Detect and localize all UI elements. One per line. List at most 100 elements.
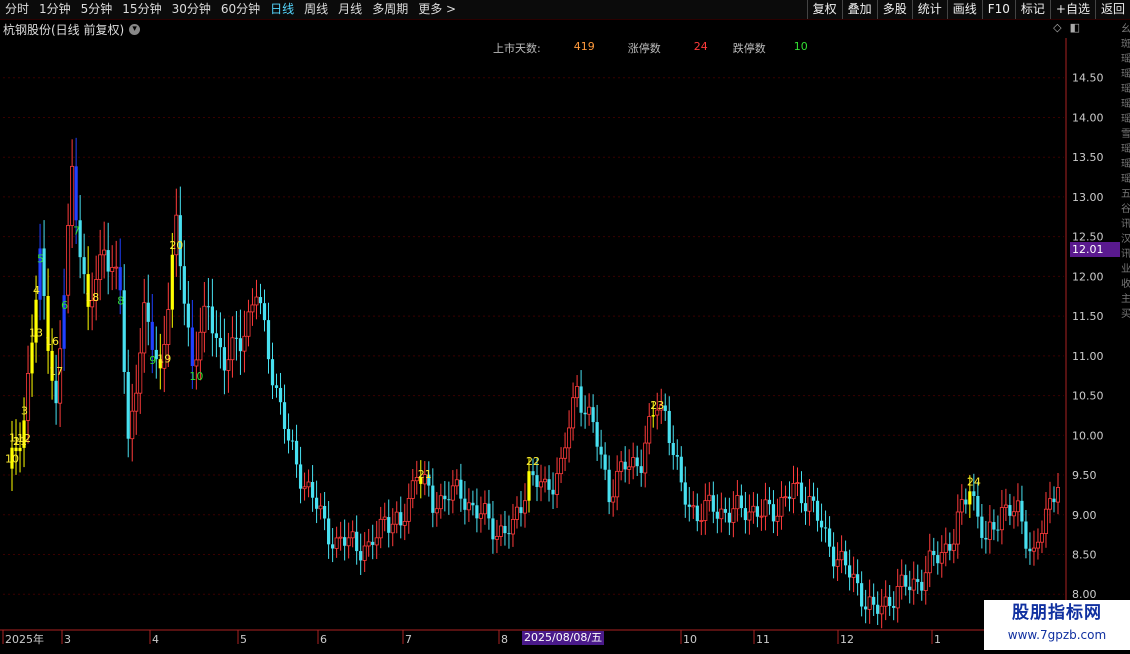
tab-8[interactable]: 月线 xyxy=(333,0,367,19)
candle-body xyxy=(118,267,122,291)
candle-body xyxy=(114,266,119,269)
toolbar-button-7[interactable]: +自选 xyxy=(1049,0,1095,19)
toolbar-button-2[interactable]: 多股 xyxy=(876,0,912,19)
tab-4[interactable]: 30分钟 xyxy=(167,0,216,19)
diamond-icon[interactable]: ◇ xyxy=(1053,22,1061,34)
candle-body xyxy=(559,457,564,475)
layout-toggle-icon[interactable]: ◧ xyxy=(1070,22,1080,34)
candle-body xyxy=(270,359,275,386)
candle-body xyxy=(987,521,992,540)
candle-body xyxy=(1020,500,1024,522)
candle-body xyxy=(226,359,231,371)
candle-body xyxy=(190,327,194,366)
candle-body xyxy=(406,498,411,522)
tab-2[interactable]: 5分钟 xyxy=(76,0,118,19)
x-tick-label: 7 xyxy=(405,633,412,646)
candle-body xyxy=(66,225,71,296)
candle-body xyxy=(482,503,487,515)
candle-body xyxy=(972,491,976,496)
candle-body xyxy=(194,359,199,367)
candle-body xyxy=(539,481,544,488)
candle-body xyxy=(282,402,287,429)
candle-body xyxy=(819,520,824,528)
candle-body xyxy=(102,249,107,256)
candle-body xyxy=(498,525,503,537)
candle-body xyxy=(876,604,880,614)
candle-body xyxy=(683,482,687,505)
candle-body xyxy=(1008,505,1012,516)
candle-body xyxy=(54,380,58,404)
candle-body xyxy=(399,512,403,526)
candle-body xyxy=(864,606,868,610)
candle-body xyxy=(522,500,527,514)
candle-body xyxy=(579,386,583,413)
candle-body xyxy=(615,470,620,498)
toolbar-button-4[interactable]: 画线 xyxy=(946,0,982,19)
y-tick-label: 11.00 xyxy=(1072,350,1104,363)
candle-body xyxy=(916,579,920,582)
tab-6[interactable]: 日线 xyxy=(265,0,299,19)
candle-body xyxy=(98,254,103,280)
tab-5[interactable]: 60分钟 xyxy=(216,0,265,19)
candle-body xyxy=(779,496,784,517)
candle-body xyxy=(687,504,691,507)
tab-10[interactable]: 更多 > xyxy=(413,0,461,19)
toolbar-button-0[interactable]: 复权 xyxy=(806,0,842,19)
candle-body xyxy=(443,495,447,500)
signal-label: 5 xyxy=(37,252,44,265)
watermark-logo: 股朋指标网 www.7gpzb.com xyxy=(984,600,1130,650)
candle-body xyxy=(571,397,576,429)
candle-body xyxy=(695,505,699,522)
candle-body xyxy=(783,496,788,499)
candle-body xyxy=(755,506,760,517)
tab-9[interactable]: 多周期 xyxy=(367,0,413,19)
candle-body xyxy=(751,505,756,513)
candle-body xyxy=(575,386,580,399)
candle-body xyxy=(547,479,551,490)
candle-body xyxy=(258,297,263,304)
candle-body xyxy=(948,544,952,551)
candle-body xyxy=(735,495,740,510)
y-tick-label: 10.00 xyxy=(1072,429,1104,442)
candle-body xyxy=(723,509,727,513)
candle-body xyxy=(494,536,499,540)
candle-body xyxy=(387,517,391,533)
toolbar-button-6[interactable]: 标记 xyxy=(1014,0,1050,19)
candle-body xyxy=(343,537,347,546)
signal-label: 21 xyxy=(418,468,432,481)
candle-body xyxy=(487,503,491,519)
toolbar-button-3[interactable]: 统计 xyxy=(911,0,947,19)
toolbar-button-1[interactable]: 叠加 xyxy=(841,0,877,19)
tab-7[interactable]: 周线 xyxy=(299,0,333,19)
candle-body xyxy=(355,531,359,552)
tab-0[interactable]: 分时 xyxy=(0,0,34,19)
candle-body xyxy=(1028,548,1032,552)
candle-body xyxy=(170,254,174,310)
chevron-down-icon[interactable]: ▾ xyxy=(129,23,141,35)
candle-body xyxy=(827,528,832,547)
candle-body xyxy=(675,455,679,457)
tab-1[interactable]: 1分钟 xyxy=(34,0,76,19)
candle-body xyxy=(992,522,996,530)
toolbar-button-5[interactable]: F10 xyxy=(981,0,1015,19)
candle-body xyxy=(872,596,876,605)
kline-chart[interactable]: 8.00 8.50 9.00 9.50 10.00 10.50 11.00 11.50 12.0… xyxy=(0,38,1130,654)
candle-body xyxy=(222,347,227,371)
candle-body xyxy=(378,518,383,539)
toolbar-button-8[interactable]: 返回 xyxy=(1094,0,1130,19)
candle-body xyxy=(543,478,548,483)
tab-3[interactable]: 15分钟 xyxy=(117,0,166,19)
candle-body xyxy=(82,257,86,275)
candle-body xyxy=(587,406,592,415)
candle-body xyxy=(791,483,796,500)
signal-label: 24 xyxy=(967,475,981,488)
candle-body xyxy=(206,306,210,308)
candle-body xyxy=(607,469,611,503)
candle-body xyxy=(856,574,860,584)
signal-label: 10 xyxy=(189,370,203,383)
candle-body xyxy=(908,586,912,591)
candle-body xyxy=(831,546,836,567)
candle-body xyxy=(410,480,415,499)
candle-body xyxy=(627,466,632,470)
candle-body xyxy=(478,513,483,519)
